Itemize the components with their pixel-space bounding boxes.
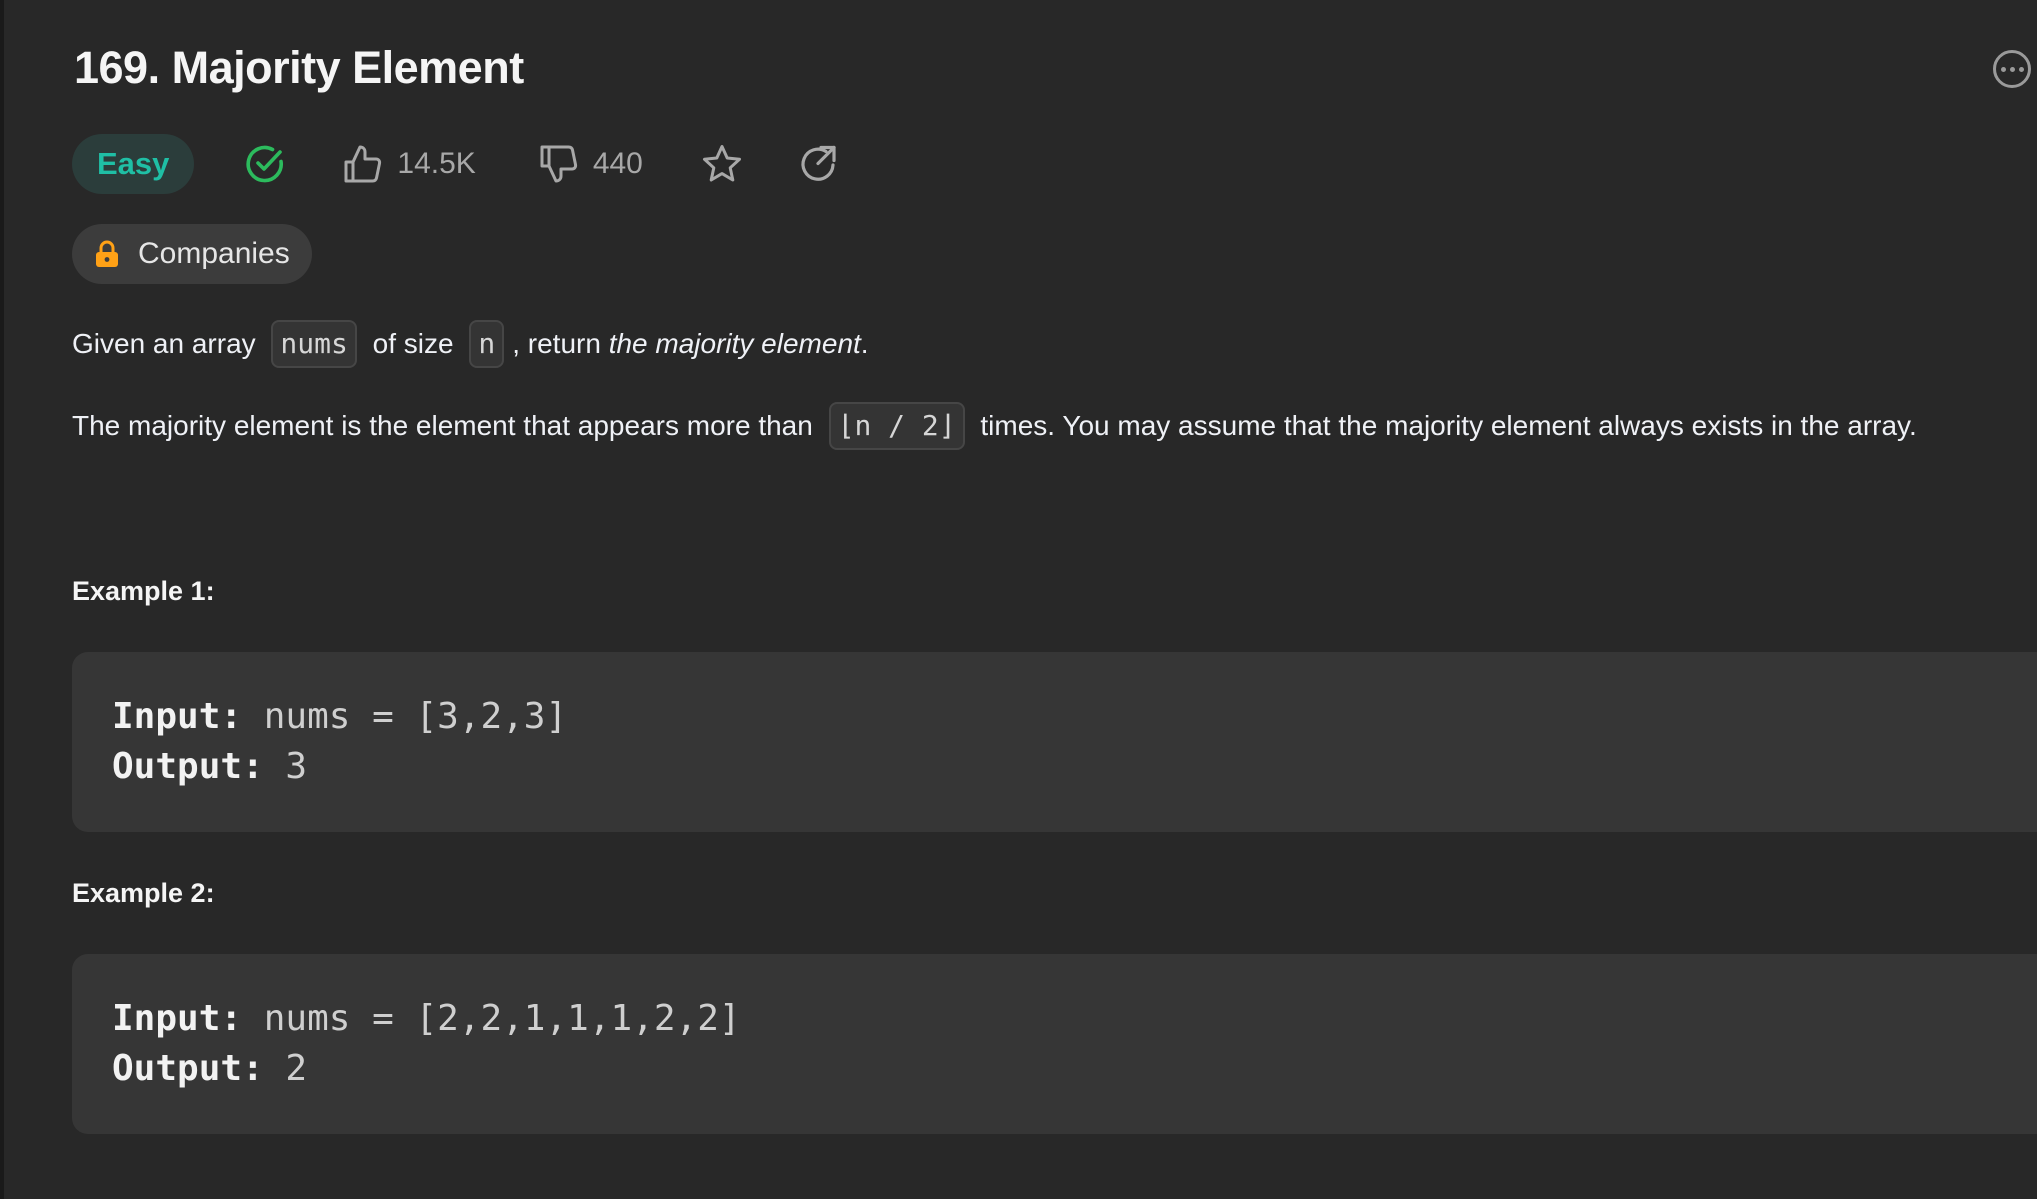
example-1-title: Example 1:	[72, 576, 215, 606]
input-label: Input:	[112, 998, 243, 1039]
input-value: nums = [3,2,3]	[242, 696, 568, 737]
output-label: Output:	[112, 746, 264, 787]
output-value: 3	[263, 746, 308, 787]
more-options-icon[interactable]	[1993, 50, 2031, 88]
text: The majority element is the element that…	[72, 410, 821, 441]
output-label: Output:	[112, 1048, 264, 1089]
difficulty-badge: Easy	[72, 134, 195, 194]
like-button[interactable]: 14.5K	[342, 143, 476, 185]
example-input-line: Input: nums = [2,2,1,1,1,2,2]	[112, 994, 2012, 1044]
example-2-block: Input: nums = [2,2,1,1,1,2,2] Output: 2	[72, 954, 2037, 1134]
input-value: nums = [2,2,1,1,1,2,2]	[242, 998, 741, 1039]
solved-check-icon	[246, 145, 284, 183]
lock-icon	[96, 240, 118, 267]
example-1-block: Input: nums = [3,2,3] Output: 3	[72, 652, 2037, 832]
emphasis-text: the majority element	[608, 328, 861, 359]
dot	[2000, 66, 2006, 72]
companies-label: Companies	[138, 237, 290, 270]
panel-divider[interactable]	[0, 0, 4, 1199]
example-2-title: Example 2:	[72, 878, 215, 908]
thumbs-down-icon	[540, 145, 577, 183]
inline-code-nums: nums	[271, 320, 357, 368]
dislike-button[interactable]: 440	[538, 143, 643, 185]
description-paragraph-2: The majority element is the element that…	[72, 402, 1917, 450]
output-value: 2	[263, 1048, 308, 1089]
dot	[2018, 66, 2024, 72]
input-label: Input:	[112, 696, 243, 737]
share-icon[interactable]	[797, 143, 839, 185]
text: times. You may assume that the majority …	[972, 410, 1917, 441]
example-output-line: Output: 2	[112, 1044, 2012, 1094]
dislike-count: 440	[592, 147, 643, 180]
inline-code-floor: ⌊n / 2⌋	[828, 402, 965, 450]
problem-meta-row: Easy 14.5K 440	[72, 134, 839, 194]
example-input-line: Input: nums = [3,2,3]	[112, 692, 2012, 742]
dot	[2009, 66, 2015, 72]
like-count: 14.5K	[397, 147, 476, 180]
problem-title[interactable]: 169. Majority Element	[74, 42, 524, 94]
text: of size	[364, 328, 462, 359]
problem-description-panel: 169. Majority Element Easy 14.5K 440 Com…	[0, 0, 2037, 1199]
description-paragraph-1: Given an array nums of size n , return t…	[72, 320, 869, 368]
star-icon[interactable]	[701, 143, 743, 185]
example-output-line: Output: 3	[112, 742, 2012, 792]
text: , return	[512, 328, 609, 359]
text: Given an array	[72, 328, 264, 359]
thumbs-up-icon	[344, 145, 382, 183]
text: .	[860, 328, 869, 359]
companies-button[interactable]: Companies	[72, 224, 312, 284]
inline-code-n: n	[469, 320, 505, 368]
